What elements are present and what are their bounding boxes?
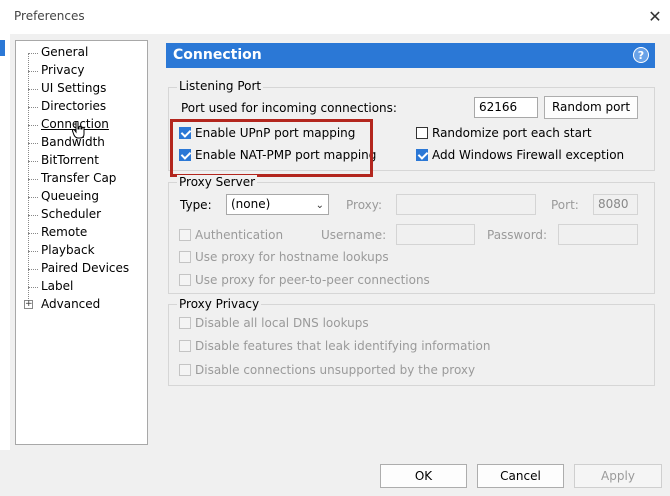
background-accent-bar [0, 40, 5, 56]
randomize-port-label: Randomize port each start [432, 126, 592, 140]
expand-icon[interactable]: + [24, 300, 33, 309]
firewall-label: Add Windows Firewall exception [432, 148, 625, 162]
proxy-type-label: Type: [180, 198, 212, 212]
tree-connector [28, 53, 38, 54]
tree-item-scheduler[interactable]: Scheduler [41, 205, 101, 223]
p2p-proxy-checkbox[interactable] [179, 274, 191, 286]
randomize-port-checkbox[interactable] [416, 127, 428, 139]
tree-item-transfer-cap[interactable]: Transfer Cap [41, 169, 116, 187]
tree-connector [28, 179, 38, 180]
dns-lookups-label: Disable all local DNS lookups [195, 316, 369, 330]
port-label: Port used for incoming connections: [181, 101, 397, 115]
tree-item-general[interactable]: General [41, 43, 88, 61]
proxy-type-select[interactable]: (none) ⌄ [226, 194, 329, 215]
tree-item-ui-settings[interactable]: UI Settings [41, 79, 106, 97]
random-port-button[interactable]: Random port [544, 96, 638, 119]
leak-features-checkbox[interactable] [179, 340, 191, 352]
hand-cursor-icon [72, 121, 85, 139]
hostname-lookups-label: Use proxy for hostname lookups [195, 250, 389, 264]
apply-button[interactable]: Apply [574, 464, 662, 488]
tree-connector [28, 197, 38, 198]
dns-lookups-checkbox[interactable] [179, 317, 191, 329]
tree-connector [28, 107, 38, 108]
panel-header: Connection ? [166, 43, 655, 68]
preferences-window: Preferences ✕ General Privacy UI Setting… [0, 0, 670, 496]
listening-port-label: Listening Port [177, 79, 264, 93]
help-icon[interactable]: ? [633, 47, 649, 63]
password-input[interactable] [558, 224, 638, 245]
tree-connector [28, 233, 38, 234]
username-input[interactable] [396, 224, 475, 245]
chevron-down-icon: ⌄ [315, 200, 324, 211]
preferences-tree: General Privacy UI Settings Directories … [15, 40, 148, 445]
panel-title: Connection [173, 47, 262, 63]
cancel-button[interactable]: Cancel [477, 464, 564, 488]
p2p-proxy-label: Use proxy for peer-to-peer connections [195, 273, 430, 287]
proxy-server-label: Proxy Server [177, 175, 258, 189]
firewall-checkbox[interactable] [416, 149, 428, 161]
unsupported-connections-checkbox[interactable] [179, 364, 191, 376]
proxy-host-input[interactable] [396, 194, 536, 215]
tree-connector [28, 269, 38, 270]
proxy-privacy-label: Proxy Privacy [177, 297, 262, 311]
proxy-port-label: Port: [551, 198, 579, 212]
proxy-type-value: (none) [231, 197, 271, 211]
close-icon[interactable]: ✕ [640, 4, 670, 30]
authentication-label: Authentication [195, 228, 284, 242]
proxy-host-label: Proxy: [346, 198, 383, 212]
hostname-lookups-checkbox[interactable] [179, 251, 191, 263]
window-title: Preferences [14, 9, 85, 23]
ok-button[interactable]: OK [380, 464, 467, 488]
tree-item-privacy[interactable]: Privacy [41, 61, 84, 79]
tree-connector [28, 215, 38, 216]
tree-item-directories[interactable]: Directories [41, 97, 106, 115]
tree-connector [28, 125, 38, 126]
tree-connector [28, 161, 38, 162]
tree-item-label[interactable]: Label [41, 277, 73, 295]
tree-item-paired-devices[interactable]: Paired Devices [41, 259, 129, 277]
highlight-box [170, 119, 373, 177]
background-window-edge [0, 34, 10, 496]
tree-connector [28, 143, 38, 144]
leak-features-label: Disable features that leak identifying i… [195, 339, 491, 353]
tree-item-advanced[interactable]: Advanced [41, 295, 100, 313]
tree-item-bittorrent[interactable]: BitTorrent [41, 151, 99, 169]
tree-connector [28, 71, 38, 72]
tree-item-remote[interactable]: Remote [41, 223, 87, 241]
tree-connector [28, 251, 38, 252]
tree-connector [28, 89, 38, 90]
proxy-port-input[interactable]: 8080 [593, 194, 638, 215]
title-bar: Preferences ✕ [0, 0, 670, 34]
dialog-button-bar: OK Cancel Apply [0, 450, 670, 496]
username-label: Username: [321, 228, 387, 242]
tree-connector [28, 287, 38, 288]
unsupported-connections-label: Disable connections unsupported by the p… [195, 363, 476, 377]
tree-item-playback[interactable]: Playback [41, 241, 95, 259]
authentication-checkbox[interactable] [179, 229, 191, 241]
port-input[interactable]: 62166 [474, 97, 538, 118]
password-label: Password: [487, 228, 548, 242]
tree-item-queueing[interactable]: Queueing [41, 187, 99, 205]
